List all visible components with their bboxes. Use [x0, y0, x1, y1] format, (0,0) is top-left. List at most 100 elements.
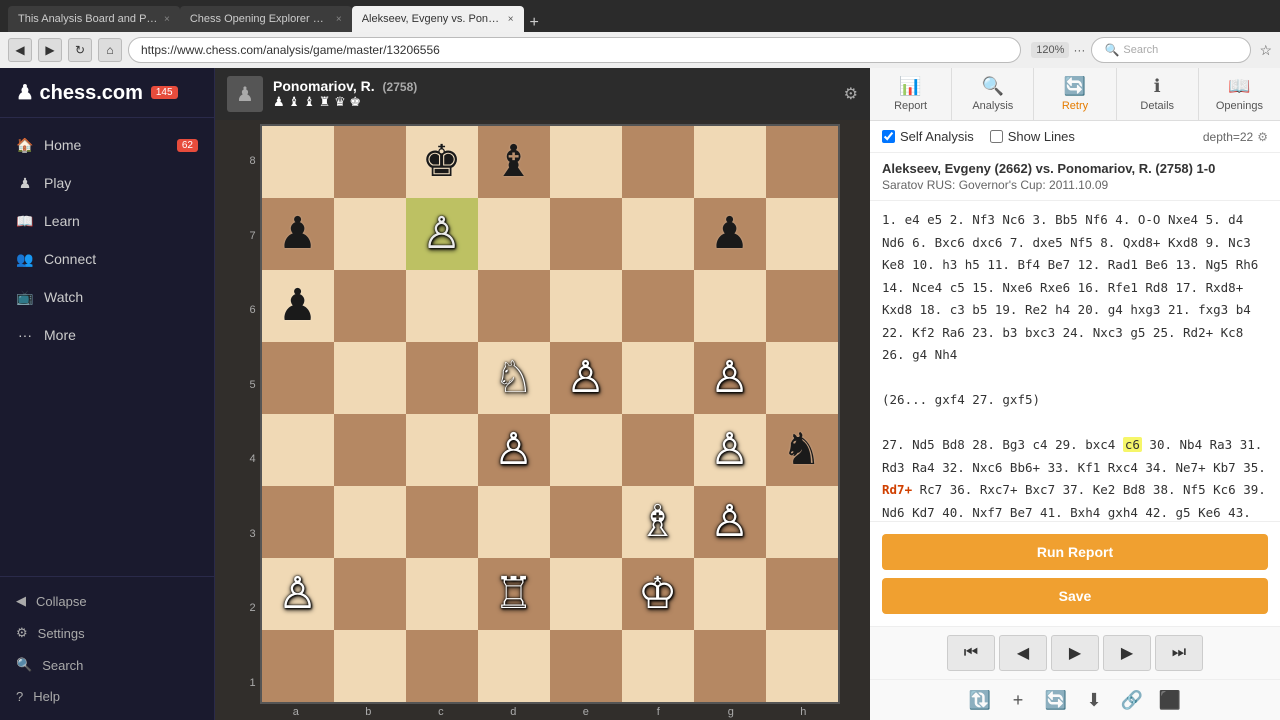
- moves-container[interactable]: 1. e4 e5 2. Nf3 Nc6 3. Bb5 Nf6 4. O-O Nx…: [870, 201, 1280, 521]
- cell-a4[interactable]: [262, 414, 334, 486]
- cell-f6[interactable]: [622, 270, 694, 342]
- sidebar-item-settings[interactable]: ⚙ Settings: [0, 617, 214, 649]
- self-analysis-checkbox[interactable]: [882, 130, 895, 143]
- play-button[interactable]: ▶: [1051, 635, 1099, 671]
- cell-h5[interactable]: [766, 342, 838, 414]
- cell-e2[interactable]: [550, 558, 622, 630]
- cell-d8[interactable]: ♝: [478, 126, 550, 198]
- cell-g5[interactable]: ♙: [694, 342, 766, 414]
- tab-1-close[interactable]: ×: [164, 14, 170, 25]
- cell-b4[interactable]: [334, 414, 406, 486]
- depth-settings-icon[interactable]: ⚙: [1257, 130, 1268, 144]
- cell-d5[interactable]: ♘: [478, 342, 550, 414]
- cell-h2[interactable]: [766, 558, 838, 630]
- cell-a7[interactable]: ♟: [262, 198, 334, 270]
- cell-c7[interactable]: ♙: [406, 198, 478, 270]
- cell-g7[interactable]: ♟: [694, 198, 766, 270]
- cell-b2[interactable]: [334, 558, 406, 630]
- cell-g8[interactable]: [694, 126, 766, 198]
- refresh-button[interactable]: ↻: [68, 38, 92, 62]
- cell-a1[interactable]: [262, 630, 334, 702]
- cell-h7[interactable]: [766, 198, 838, 270]
- sidebar-item-connect[interactable]: 👥 Connect: [0, 240, 214, 278]
- cell-e3[interactable]: [550, 486, 622, 558]
- sidebar-item-search[interactable]: 🔍 Search: [0, 649, 214, 681]
- last-move-button[interactable]: ⏭: [1155, 635, 1203, 671]
- cell-h8[interactable]: [766, 126, 838, 198]
- cell-d3[interactable]: [478, 486, 550, 558]
- cell-g6[interactable]: [694, 270, 766, 342]
- bookmark-icon[interactable]: ☆: [1259, 42, 1272, 59]
- cell-g3[interactable]: ♙: [694, 486, 766, 558]
- share-button[interactable]: 🔗: [1116, 686, 1148, 714]
- tab-openings[interactable]: 📖 Openings: [1199, 68, 1280, 120]
- cell-c1[interactable]: [406, 630, 478, 702]
- tab-3-close[interactable]: ×: [508, 14, 514, 25]
- cell-d7[interactable]: [478, 198, 550, 270]
- cell-a6[interactable]: ♟: [262, 270, 334, 342]
- cell-f7[interactable]: [622, 198, 694, 270]
- cell-h4[interactable]: ♞: [766, 414, 838, 486]
- cell-b6[interactable]: [334, 270, 406, 342]
- cell-f2[interactable]: ♔: [622, 558, 694, 630]
- cell-c5[interactable]: [406, 342, 478, 414]
- back-button[interactable]: ◀: [8, 38, 32, 62]
- forward-button[interactable]: ▶: [38, 38, 62, 62]
- cell-e8[interactable]: [550, 126, 622, 198]
- sidebar-item-home[interactable]: 🏠 Home 62: [0, 126, 214, 164]
- chess-board[interactable]: ♚♝♟♙♟♟♘♙♙♙♙♞♗♙♙♖♔: [260, 124, 840, 704]
- cell-e7[interactable]: [550, 198, 622, 270]
- cell-b7[interactable]: [334, 198, 406, 270]
- cell-f5[interactable]: [622, 342, 694, 414]
- cell-d2[interactable]: ♖: [478, 558, 550, 630]
- show-lines-checkbox[interactable]: [990, 130, 1003, 143]
- cell-b8[interactable]: [334, 126, 406, 198]
- tab-report[interactable]: 📊 Report: [870, 68, 952, 120]
- tab-retry[interactable]: 🔄 Retry: [1034, 68, 1116, 120]
- first-move-button[interactable]: ⏮: [947, 635, 995, 671]
- add-move-button[interactable]: +: [1002, 686, 1034, 714]
- cell-g4[interactable]: ♙: [694, 414, 766, 486]
- cell-h3[interactable]: [766, 486, 838, 558]
- browser-search-bar[interactable]: 🔍 Search: [1091, 37, 1251, 63]
- cell-c4[interactable]: [406, 414, 478, 486]
- sidebar-item-help[interactable]: ? Help: [0, 681, 214, 712]
- cell-e4[interactable]: [550, 414, 622, 486]
- self-analysis-label[interactable]: Self Analysis: [900, 129, 974, 144]
- download-button[interactable]: ⬇: [1078, 686, 1110, 714]
- tab-3[interactable]: Alekseev, Evgeny vs. Ponoma... ×: [352, 6, 524, 32]
- cell-a2[interactable]: ♙: [262, 558, 334, 630]
- cell-g1[interactable]: [694, 630, 766, 702]
- cell-g2[interactable]: [694, 558, 766, 630]
- cell-f8[interactable]: [622, 126, 694, 198]
- sidebar-item-more[interactable]: ··· More: [0, 316, 214, 354]
- cell-b5[interactable]: [334, 342, 406, 414]
- cell-e1[interactable]: [550, 630, 622, 702]
- prev-move-button[interactable]: ◀: [999, 635, 1047, 671]
- cell-e5[interactable]: ♙: [550, 342, 622, 414]
- save-button[interactable]: Save: [882, 578, 1268, 614]
- more-options-button[interactable]: ···: [1073, 43, 1085, 57]
- tab-2[interactable]: Chess Opening Explorer & Da... ×: [180, 6, 352, 32]
- tab-2-close[interactable]: ×: [336, 14, 342, 25]
- new-tab-button[interactable]: +: [524, 14, 545, 32]
- cell-h6[interactable]: [766, 270, 838, 342]
- sidebar-item-play[interactable]: ♟ Play: [0, 164, 214, 202]
- retry-button[interactable]: 🔄: [1040, 686, 1072, 714]
- tab-1[interactable]: This Analysis Board and PGN... ×: [8, 6, 180, 32]
- board-settings-button[interactable]: ⚙: [844, 84, 858, 104]
- sidebar-item-watch[interactable]: 📺 Watch: [0, 278, 214, 316]
- cell-c2[interactable]: [406, 558, 478, 630]
- next-move-button[interactable]: ▶: [1103, 635, 1151, 671]
- cell-a5[interactable]: [262, 342, 334, 414]
- cell-h1[interactable]: [766, 630, 838, 702]
- board-button[interactable]: ⬛: [1154, 686, 1186, 714]
- flip-board-button[interactable]: 🔃: [964, 686, 996, 714]
- tab-analysis[interactable]: 🔍 Analysis: [952, 68, 1034, 120]
- cell-d4[interactable]: ♙: [478, 414, 550, 486]
- sidebar-item-learn[interactable]: 📖 Learn: [0, 202, 214, 240]
- cell-d1[interactable]: [478, 630, 550, 702]
- sidebar-item-collapse[interactable]: ◀ Collapse: [0, 585, 214, 617]
- cell-f1[interactable]: [622, 630, 694, 702]
- cell-c6[interactable]: [406, 270, 478, 342]
